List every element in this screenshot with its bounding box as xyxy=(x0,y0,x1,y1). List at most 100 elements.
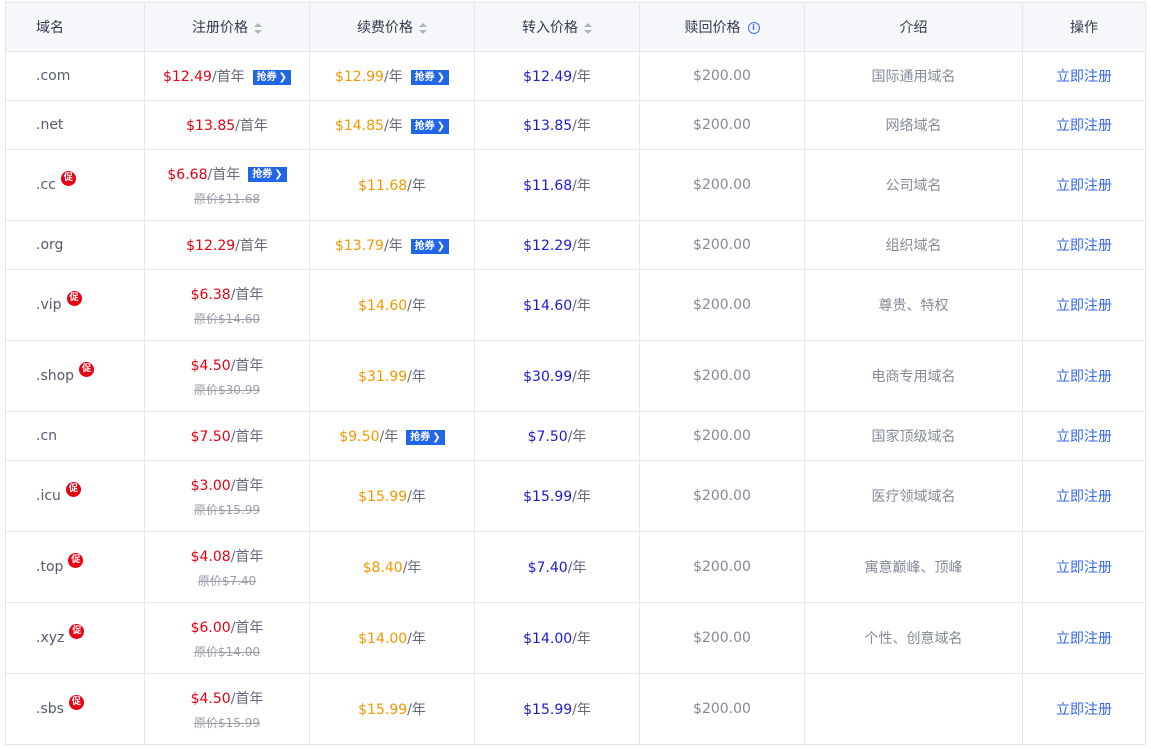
register-now-link[interactable]: 立即注册 xyxy=(1056,489,1112,505)
per-year-unit: /年 xyxy=(572,69,591,85)
per-year-unit: /年 xyxy=(572,298,591,314)
description-cell: 医疗领域域名 xyxy=(804,460,1023,532)
register-coupon-button[interactable]: 抢券 ❯ xyxy=(248,167,287,182)
register-now-link[interactable]: 立即注册 xyxy=(1056,69,1112,85)
renew-price: $15.99 xyxy=(358,489,408,505)
register-now-link[interactable]: 立即注册 xyxy=(1056,369,1112,385)
register-now-link[interactable]: 立即注册 xyxy=(1056,560,1112,576)
register-now-link[interactable]: 立即注册 xyxy=(1056,429,1112,445)
table-row: .cn $7.50/首年 $9.50/年 抢券 ❯ $7.50/年 $200.00 国家顶级域… xyxy=(5,411,1146,461)
table-row: .com $12.49/首年 抢券 ❯ $12.99/年 抢券 ❯ $12.49/年 $200.… xyxy=(5,51,1146,101)
renew-coupon-button[interactable]: 抢券 ❯ xyxy=(410,118,450,134)
renew-price: $13.79 xyxy=(334,238,384,254)
domain-description: 网络域名 xyxy=(885,118,942,134)
domain-extension: .cn xyxy=(36,428,58,444)
promo-badge-icon: 促 xyxy=(66,290,82,306)
register-price-cell: $3.00/首年 原价$15.99 xyxy=(144,460,310,532)
renew-coupon-button[interactable]: 抢券 ❯ xyxy=(410,69,450,85)
renew-coupon-button[interactable]: 抢券 ❯ xyxy=(410,238,450,254)
transfer-price: $30.99 xyxy=(523,369,573,385)
coupon-label: 抢券 xyxy=(256,71,277,83)
register-price-cell: $6.00/首年 原价$14.00 xyxy=(144,602,310,674)
first-year-unit: /首年 xyxy=(230,548,264,565)
table-header: 域名 注册价格 续费价格 转入价格 赎回价格 i 介绍 操作 xyxy=(5,2,1146,52)
header-desc-label: 介绍 xyxy=(899,20,928,36)
header-register-price[interactable]: 注册价格 xyxy=(144,2,310,52)
domain-extension: .cc xyxy=(36,177,56,193)
redeem-price-cell: $200.00 xyxy=(639,149,805,221)
transfer-price: $14.60 xyxy=(523,298,573,314)
table-row: .net $13.85/首年 $14.85/年 抢券 ❯ $13.85/年 $200.00 网… xyxy=(5,100,1146,150)
domain-description: 国际通用域名 xyxy=(871,69,956,85)
header-action-label: 操作 xyxy=(1070,20,1098,36)
transfer-price-cell: $11.68/年 xyxy=(474,149,640,221)
header-domain-label: 域名 xyxy=(36,20,64,36)
promo-badge-icon: 促 xyxy=(69,623,85,639)
description-cell: 尊贵、特权 xyxy=(804,269,1023,341)
renew-coupon-button[interactable]: 抢券 ❯ xyxy=(406,429,445,445)
per-year-unit: /年 xyxy=(407,369,426,385)
domain-cell: .com xyxy=(5,51,145,101)
per-year-unit: /年 xyxy=(572,702,591,718)
first-year-unit: /首年 xyxy=(230,286,264,303)
header-transfer-price[interactable]: 转入价格 xyxy=(474,2,640,52)
redeem-price: $200.00 xyxy=(693,488,751,504)
register-now-link[interactable]: 立即注册 xyxy=(1056,238,1112,254)
register-price-cell: $4.50/首年 原价$30.99 xyxy=(144,340,310,412)
sort-icon[interactable] xyxy=(584,22,592,34)
per-year-unit: /年 xyxy=(572,118,591,134)
register-coupon-button[interactable]: 抢券 ❯ xyxy=(252,69,292,85)
transfer-price-cell: $14.60/年 xyxy=(474,269,640,341)
first-year-unit: /首年 xyxy=(235,118,268,134)
header-register-label: 注册价格 xyxy=(192,20,248,36)
header-description: 介绍 xyxy=(804,2,1023,52)
register-now-link[interactable]: 立即注册 xyxy=(1056,702,1112,718)
description-cell xyxy=(804,673,1023,745)
per-year-unit: /年 xyxy=(407,298,426,314)
transfer-price: $12.29 xyxy=(523,238,573,254)
redeem-price: $200.00 xyxy=(693,237,751,253)
action-cell: 立即注册 xyxy=(1022,673,1146,745)
renew-price: $31.99 xyxy=(358,369,408,385)
domain-description: 个性、创意域名 xyxy=(864,631,963,647)
sort-icon[interactable] xyxy=(419,22,427,34)
per-year-unit: /年 xyxy=(407,178,426,194)
domain-description: 寓意巅峰、顶峰 xyxy=(864,560,963,576)
redeem-price: $200.00 xyxy=(693,559,751,575)
redeem-price-cell: $200.00 xyxy=(639,340,805,412)
domain-cell: .vip 促 xyxy=(5,269,145,341)
original-price: 原价$11.68 xyxy=(194,191,260,206)
register-price-line: $6.38/首年 xyxy=(145,284,309,304)
per-year-unit: /年 xyxy=(402,560,422,576)
renew-price: $12.99 xyxy=(334,69,384,85)
chevron-right-icon: ❯ xyxy=(278,71,288,83)
domain-cell: .net xyxy=(5,100,145,150)
redeem-price-cell: $200.00 xyxy=(639,531,805,603)
redeem-price: $200.00 xyxy=(693,368,751,384)
domain-description: 电商专用域名 xyxy=(871,369,956,385)
register-price-line: $4.08/首年 xyxy=(145,546,309,566)
table-row: .icu 促 $3.00/首年 原价$15.99 $15.99/年 $15.99/年 $20… xyxy=(5,460,1146,532)
header-redeem-price: 赎回价格 i xyxy=(639,2,805,52)
description-cell: 国际通用域名 xyxy=(804,51,1023,101)
register-now-link[interactable]: 立即注册 xyxy=(1056,298,1112,314)
sort-icon[interactable] xyxy=(254,22,262,34)
header-renew-price[interactable]: 续费价格 xyxy=(309,2,475,52)
first-year-unit: /首年 xyxy=(230,690,264,707)
header-transfer-label: 转入价格 xyxy=(522,20,578,36)
table-row: .top 促 $4.08/首年 原价$7.40 $8.40/年 $7.40/年 $200.0… xyxy=(5,531,1146,603)
register-now-link[interactable]: 立即注册 xyxy=(1056,118,1112,134)
domain-description: 国家顶级域名 xyxy=(871,429,956,445)
register-price-line: $6.00/首年 xyxy=(145,617,309,637)
transfer-price: $13.85 xyxy=(523,118,573,134)
register-price: $6.00 xyxy=(190,619,231,636)
register-now-link[interactable]: 立即注册 xyxy=(1056,178,1112,194)
transfer-price: $7.40 xyxy=(527,560,568,576)
register-price-line: $13.85/首年 xyxy=(145,115,309,135)
redeem-price-cell: $200.00 xyxy=(639,411,805,461)
info-icon[interactable]: i xyxy=(747,22,760,34)
transfer-price: $12.49 xyxy=(523,69,573,85)
table-body: .com $12.49/首年 抢券 ❯ $12.99/年 抢券 ❯ $12.49/年 $200.… xyxy=(5,51,1146,745)
action-cell: 立即注册 xyxy=(1022,51,1146,101)
register-now-link[interactable]: 立即注册 xyxy=(1056,631,1112,647)
